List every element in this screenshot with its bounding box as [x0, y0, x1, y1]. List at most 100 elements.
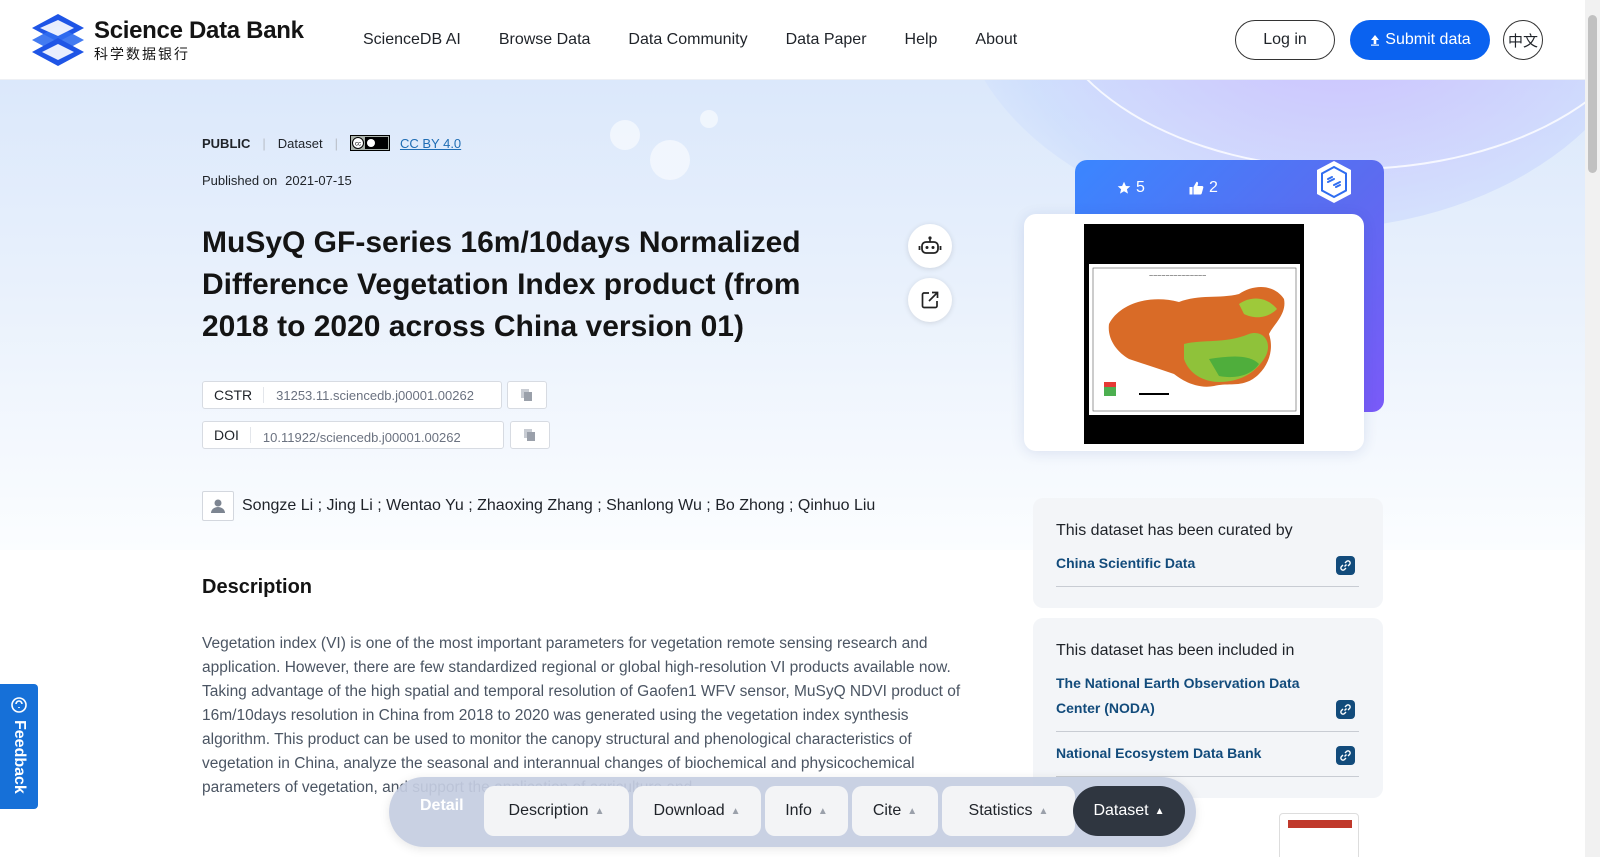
- submit-data-label: Submit data: [1385, 31, 1471, 48]
- external-link-icon: [921, 291, 939, 309]
- dataset-meta: PUBLIC | Dataset | cc CC BY 4.0: [202, 135, 461, 151]
- dataset-type-label: Dataset: [277, 135, 323, 151]
- feedback-label: Feedback: [11, 720, 28, 794]
- upload-icon: [1371, 35, 1380, 46]
- description-heading: Description: [202, 576, 313, 598]
- feedback-tab[interactable]: Feedback: [0, 684, 38, 809]
- nav-about[interactable]: About: [975, 31, 1017, 49]
- molecule-decoration: [650, 140, 690, 180]
- journal-cover-banner: [1288, 820, 1352, 828]
- curated-by-panel: This dataset has been curated by China S…: [1033, 498, 1383, 608]
- chevron-up-icon: ▲: [817, 805, 828, 817]
- thumbs-up-icon: [1189, 181, 1204, 195]
- included-in-panel: This dataset has been included in The Na…: [1033, 618, 1383, 798]
- svg-text:~~~~~~~~~~~~~~: ~~~~~~~~~~~~~~: [1149, 273, 1206, 280]
- published-label: Published on: [202, 173, 278, 188]
- authors-row: Songze Li ; Jing Li ; Wentao Yu ; Zhaoxi…: [202, 491, 875, 521]
- likes-count[interactable]: 2: [1189, 179, 1218, 197]
- copy-doi-button[interactable]: [510, 421, 550, 449]
- person-icon: [211, 499, 225, 513]
- tab-dataset-label: Dataset: [1093, 802, 1149, 819]
- tab-download[interactable]: Download ▲: [633, 786, 761, 836]
- top-header: Science Data Bank 科学数据银行 ScienceDB AI Br…: [0, 0, 1585, 80]
- share-button[interactable]: [908, 278, 952, 322]
- doi-label: DOI: [203, 427, 251, 443]
- link-icon[interactable]: [1336, 700, 1355, 719]
- nav-help[interactable]: Help: [905, 31, 938, 49]
- author-list[interactable]: Songze Li ; Jing Li ; Wentao Yu ; Zhaoxi…: [242, 497, 875, 515]
- tab-cite[interactable]: Cite ▲: [852, 786, 938, 836]
- robot-icon: [918, 236, 942, 254]
- link-icon[interactable]: [1336, 556, 1355, 575]
- chevron-up-icon: ▲: [1154, 805, 1165, 817]
- visibility-label: PUBLIC: [202, 135, 251, 151]
- published-date: Published on 2021-07-15: [202, 173, 352, 188]
- chevron-up-icon: ▲: [730, 805, 741, 817]
- likes-value: 2: [1209, 179, 1218, 196]
- copy-cstr-button[interactable]: [507, 381, 547, 409]
- star-icon: [1117, 181, 1131, 194]
- molecule-decoration: [700, 110, 718, 128]
- collection-link-noda[interactable]: The National Earth Observation Data Cent…: [1056, 671, 1326, 721]
- submit-data-button[interactable]: Submit data: [1350, 20, 1490, 60]
- feedback-icon: [11, 697, 27, 713]
- svg-text:cc: cc: [355, 142, 361, 148]
- doi-field: DOI 10.11922/sciencedb.j00001.00262: [202, 421, 504, 449]
- ndvi-map-image: ~~~~~~~~~~~~~~: [1089, 264, 1300, 415]
- author-avatar: [202, 491, 234, 521]
- main-nav: ScienceDB AI Browse Data Data Community …: [344, 0, 1036, 80]
- nav-browse-data[interactable]: Browse Data: [499, 31, 591, 49]
- logo-title: Science Data Bank: [94, 17, 304, 44]
- tab-description[interactable]: Description ▲: [484, 786, 629, 836]
- collection-link-ecosystem[interactable]: National Ecosystem Data Bank: [1056, 741, 1261, 766]
- language-toggle-button[interactable]: 中文: [1503, 20, 1543, 60]
- nav-data-community[interactable]: Data Community: [628, 31, 747, 49]
- molecule-decoration: [610, 120, 640, 150]
- tab-download-label: Download: [653, 802, 725, 819]
- chevron-up-icon: ▲: [1038, 805, 1049, 817]
- chevron-up-icon: ▲: [907, 805, 918, 817]
- curator-link-china-scientific-data[interactable]: China Scientific Data: [1056, 551, 1195, 576]
- included-heading: This dataset has been included in: [1056, 642, 1295, 659]
- tab-statistics-label: Statistics: [968, 802, 1033, 819]
- cstr-label: CSTR: [203, 387, 265, 403]
- nav-sciencedb-ai[interactable]: ScienceDB AI: [363, 31, 461, 49]
- link-icon[interactable]: [1336, 746, 1355, 765]
- license-link[interactable]: CC BY 4.0: [400, 136, 461, 151]
- copy-icon: [521, 389, 532, 401]
- divider: |: [334, 135, 338, 151]
- curated-badge-icon: [1317, 161, 1351, 203]
- dataset-preview-image[interactable]: ~~~~~~~~~~~~~~: [1084, 224, 1304, 444]
- tab-info[interactable]: Info ▲: [765, 786, 848, 836]
- description-text: Vegetation index (VI) is one of the most…: [202, 635, 961, 796]
- cstr-value[interactable]: 31253.11.sciencedb.j00001.00262: [264, 388, 486, 403]
- ai-assistant-button[interactable]: [908, 224, 952, 268]
- creative-commons-icon: cc: [349, 135, 390, 151]
- tab-info-label: Info: [785, 802, 812, 819]
- doi-value[interactable]: 10.11922/sciencedb.j00001.00262: [251, 430, 473, 445]
- divider: |: [262, 135, 266, 151]
- scrollbar-thumb[interactable]: [1588, 15, 1597, 173]
- divider: [1056, 586, 1359, 587]
- stars-value: 5: [1136, 179, 1145, 196]
- tab-statistics[interactable]: Statistics ▲: [942, 786, 1075, 836]
- tab-description-label: Description: [508, 802, 589, 819]
- logo[interactable]: Science Data Bank 科学数据银行: [30, 12, 304, 68]
- chevron-up-icon: ▲: [594, 805, 605, 817]
- page-scrollbar[interactable]: [1585, 0, 1600, 857]
- tab-cite-label: Cite: [872, 802, 902, 819]
- science-data-bank-logo-icon: [32, 14, 84, 66]
- dataset-title: MuSyQ GF-series 16m/10days Normalized Di…: [202, 226, 801, 343]
- cstr-field: CSTR 31253.11.sciencedb.j00001.00262: [202, 381, 502, 409]
- published-date-value: 2021-07-15: [285, 173, 352, 188]
- logo-subtitle: 科学数据银行: [94, 46, 190, 62]
- stars-count[interactable]: 5: [1117, 179, 1145, 197]
- page: Science Data Bank 科学数据银行 ScienceDB AI Br…: [0, 0, 1600, 857]
- copy-icon: [524, 429, 535, 441]
- divider: [1056, 731, 1359, 732]
- curated-heading: This dataset has been curated by: [1056, 522, 1293, 539]
- nav-data-paper[interactable]: Data Paper: [786, 31, 867, 49]
- login-button[interactable]: Log in: [1235, 20, 1335, 60]
- tab-dataset[interactable]: Dataset ▲: [1073, 786, 1185, 836]
- journal-cover-thumbnail[interactable]: [1279, 813, 1359, 857]
